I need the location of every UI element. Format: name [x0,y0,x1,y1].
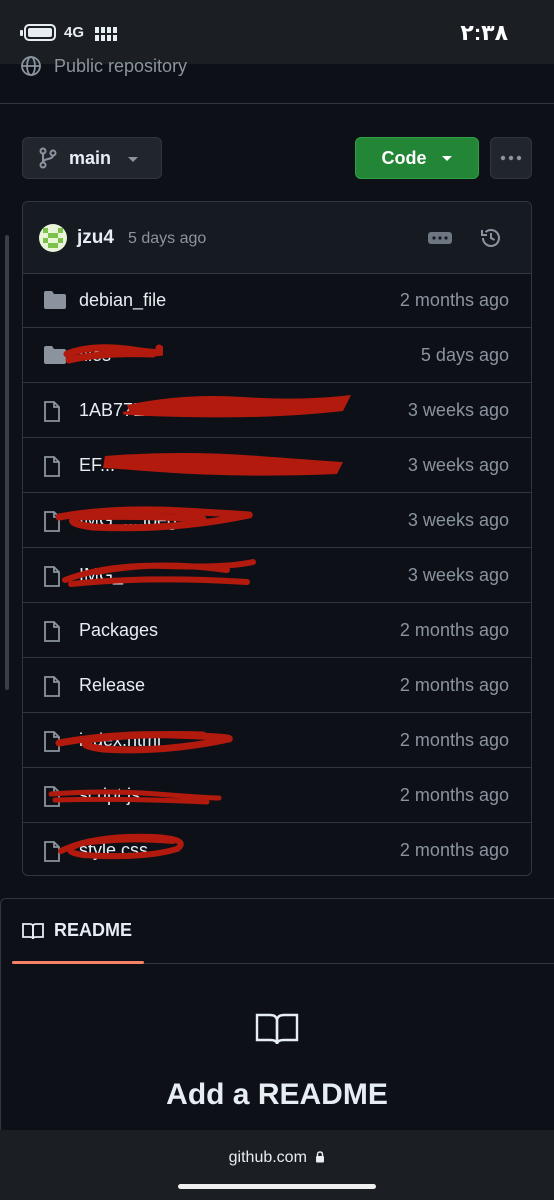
book-icon [22,922,44,939]
lock-icon [316,1151,325,1163]
file-name[interactable]: IMG_... [79,565,138,586]
file-date: 5 days ago [420,345,509,365]
url-display[interactable]: github.com [0,1149,554,1167]
file-row[interactable]: EF... 3 weeks ago [23,438,531,493]
file-name[interactable]: Packages [79,620,158,641]
add-readme-heading: Add a README [166,1078,388,1111]
file-name[interactable]: IMG_....jpeg [79,510,177,531]
file-date: 2 months ago [399,620,509,640]
file-date: 2 months ago [399,290,509,310]
commit-message-toggle-icon[interactable] [428,229,452,247]
file-list: debian_file 2 months ago files 5 days ag… [23,273,531,875]
file-name[interactable]: Release [79,675,145,696]
more-options-button[interactable] [490,137,532,179]
signal-icon [95,27,117,41]
file-browser: jzu4 5 days ago debian_file 2 months ago… [22,201,532,876]
url-text: github.com [228,1149,307,1166]
file-row[interactable]: 1AB77E9...DD... 3 weeks ago [23,383,531,438]
file-row[interactable]: IMG_....jpeg 3 weeks ago [23,493,531,548]
git-branch-icon [39,147,57,169]
latest-commit-bar: jzu4 5 days ago [23,202,531,274]
battery-icon [20,24,56,41]
file-row[interactable]: index.html 2 months ago [23,713,531,768]
redaction-mark [99,453,343,476]
file-name[interactable]: index.html [79,730,161,751]
folder-icon [44,291,66,314]
browser-address-bar[interactable]: github.com [0,1130,554,1200]
redaction-mark [63,344,163,364]
commit-time: 5 days ago [128,230,207,247]
file-icon [44,731,60,757]
code-button[interactable]: Code [355,137,479,179]
file-name[interactable]: 1AB77E9...DD... [79,400,211,421]
clock: ٢:٣٨ [460,20,508,45]
file-date: 3 weeks ago [407,455,509,475]
file-name[interactable]: script.js [79,785,140,806]
file-row[interactable]: script.js 2 months ago [23,768,531,823]
file-name[interactable]: style.css [79,840,148,861]
file-icon [44,566,60,592]
file-icon [44,676,60,702]
file-row[interactable]: debian_file 2 months ago [23,273,531,328]
branch-name: main [69,147,112,168]
file-row[interactable]: style.css 2 months ago [23,823,531,875]
code-button-label: Code [381,147,427,168]
file-row[interactable]: Release 2 months ago [23,658,531,713]
file-icon [44,456,60,482]
tab-readme[interactable]: README [22,920,132,941]
header-divider [0,103,554,104]
file-date: 3 weeks ago [407,400,509,420]
chevron-down-icon [128,157,138,162]
commit-author[interactable]: jzu4 [77,227,114,249]
chevron-down-icon [441,155,452,161]
network-label: 4G [64,24,85,41]
file-date: 2 months ago [399,840,509,860]
file-name[interactable]: files [79,345,111,366]
file-row[interactable]: IMG_... 3 weeks ago [23,548,531,603]
visibility-label: Public repository [54,55,188,76]
folder-icon [44,346,66,369]
file-name[interactable]: debian_file [79,290,166,311]
file-row[interactable]: Packages 2 months ago [23,603,531,658]
file-icon [44,511,60,537]
file-date: 2 months ago [399,730,509,750]
file-icon [44,841,60,867]
readme-tab-label: README [54,920,133,940]
file-icon [44,621,60,647]
file-date: 3 weeks ago [407,510,509,530]
file-date: 2 months ago [399,675,509,695]
scrollbar[interactable] [5,235,9,690]
kebab-horizontal-icon [500,155,522,161]
branch-selector-button[interactable]: main [22,137,162,179]
file-name[interactable]: EF... [79,455,115,476]
home-indicator[interactable] [178,1184,376,1189]
globe-icon [21,56,41,76]
repo-visibility: Public repository [20,55,187,77]
active-tab-indicator [12,961,144,964]
file-row[interactable]: files 5 days ago [23,328,531,383]
book-icon [255,1013,299,1045]
file-icon [44,786,60,812]
file-icon [44,401,60,427]
history-icon[interactable] [479,226,503,250]
avatar[interactable] [39,224,67,252]
file-date: 2 months ago [399,785,509,805]
file-date: 3 weeks ago [407,565,509,585]
